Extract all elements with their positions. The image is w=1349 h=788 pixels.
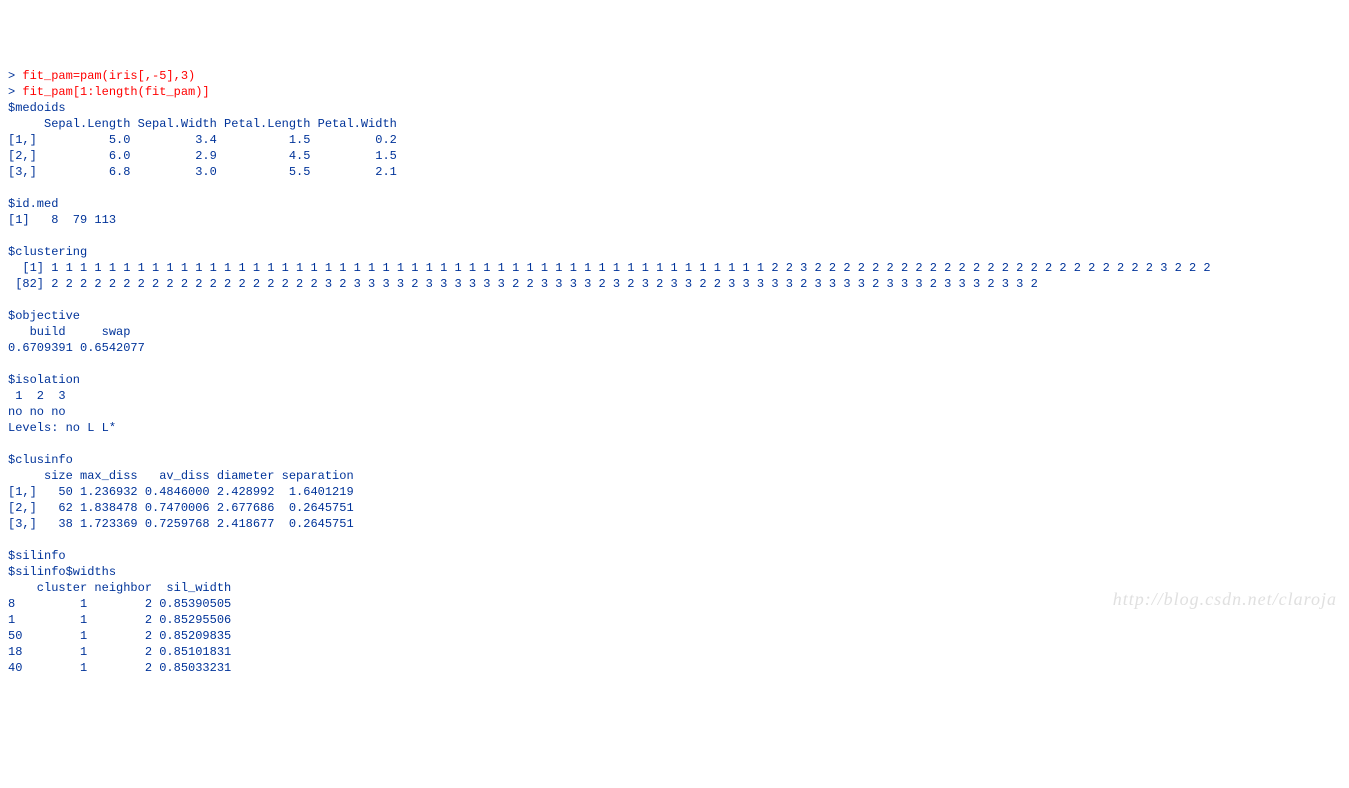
- section-header-idmed: $id.med: [8, 197, 58, 211]
- watermark-text: http://blog.csdn.net/claroja: [1113, 591, 1337, 607]
- silinfo-row: 1 1 2 0.85295506: [8, 613, 231, 627]
- isolation-values: no no no: [8, 405, 73, 419]
- silinfo-row: 8 1 2 0.85390505: [8, 597, 231, 611]
- medoids-row: [3,] 6.8 3.0 5.5 2.1: [8, 165, 397, 179]
- clustering-line: [82] 2 2 2 2 2 2 2 2 2 2 2 2 2 2 2 2 2 2…: [8, 277, 1038, 291]
- clusinfo-row: [1,] 50 1.236932 0.4846000 2.428992 1.64…: [8, 485, 354, 499]
- section-header-clustering: $clustering: [8, 245, 87, 259]
- section-header-isolation: $isolation: [8, 373, 80, 387]
- clustering-line: [1] 1 1 1 1 1 1 1 1 1 1 1 1 1 1 1 1 1 1 …: [8, 261, 1211, 275]
- medoids-row: [1,] 5.0 3.4 1.5 0.2: [8, 133, 397, 147]
- command-input: fit_pam=pam(iris[,-5],3): [22, 69, 195, 83]
- r-console[interactable]: > fit_pam=pam(iris[,-5],3) > fit_pam[1:l…: [8, 68, 1341, 676]
- silinfo-row: 18 1 2 0.85101831: [8, 645, 231, 659]
- section-header-objective: $objective: [8, 309, 80, 323]
- section-header-silinfo-widths: $silinfo$widths: [8, 565, 116, 579]
- silinfo-row: 50 1 2 0.85209835: [8, 629, 231, 643]
- isolation-labels: 1 2 3: [8, 389, 73, 403]
- clusinfo-col-header: size max_diss av_diss diameter separatio…: [8, 469, 354, 483]
- section-header-clusinfo: $clusinfo: [8, 453, 73, 467]
- silinfo-col-header: cluster neighbor sil_width: [8, 581, 231, 595]
- command-input: fit_pam[1:length(fit_pam)]: [22, 85, 209, 99]
- section-header-silinfo: $silinfo: [8, 549, 66, 563]
- prompt: >: [8, 69, 22, 83]
- section-header-medoids: $medoids: [8, 101, 66, 115]
- medoids-col-header: Sepal.Length Sepal.Width Petal.Length Pe…: [8, 117, 397, 131]
- isolation-levels: Levels: no L L*: [8, 421, 116, 435]
- clusinfo-row: [2,] 62 1.838478 0.7470006 2.677686 0.26…: [8, 501, 354, 515]
- silinfo-row: 40 1 2 0.85033231: [8, 661, 231, 675]
- objective-labels: build swap: [8, 325, 138, 339]
- clusinfo-row: [3,] 38 1.723369 0.7259768 2.418677 0.26…: [8, 517, 354, 531]
- prompt: >: [8, 85, 22, 99]
- objective-values: 0.6709391 0.6542077: [8, 341, 152, 355]
- idmed-values: [1] 8 79 113: [8, 213, 116, 227]
- medoids-row: [2,] 6.0 2.9 4.5 1.5: [8, 149, 397, 163]
